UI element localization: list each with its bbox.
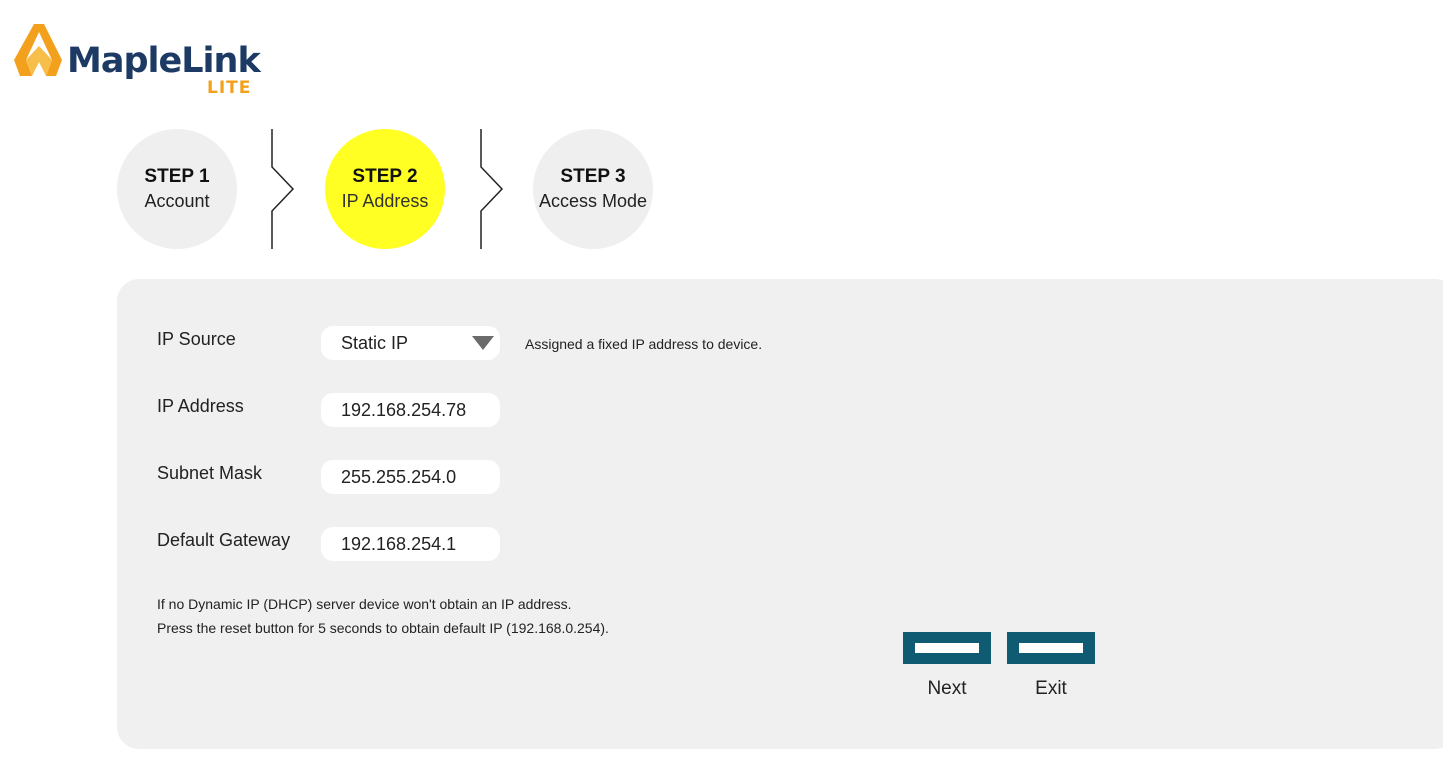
subnet-mask-input[interactable]: 255.255.254.0 (321, 460, 500, 494)
default-gateway-label: Default Gateway (157, 530, 291, 550)
ip-address-input[interactable]: 192.168.254.78 (321, 393, 500, 427)
ip-source-label: IP Source (157, 329, 236, 349)
step-2-ip-address: STEP 2 IP Address (325, 129, 445, 249)
step-label: IP Address (341, 191, 429, 211)
dropdown-caret-icon[interactable] (472, 336, 494, 350)
step-1-account: STEP 1 Account (117, 129, 237, 249)
ip-settings-panel (117, 279, 1443, 749)
ip-source-select[interactable]: Static IP (321, 326, 500, 360)
ip-source-hint: Assigned a fixed IP address to device. (525, 336, 763, 352)
exit-button-bar-icon (1019, 643, 1083, 653)
exit-button-label[interactable]: Exit (1007, 678, 1095, 700)
next-button-label[interactable]: Next (903, 678, 991, 700)
logo-edition: LITE (207, 78, 252, 98)
exit-button[interactable] (1007, 632, 1095, 664)
step-label: Account (144, 191, 210, 211)
setup-wizard-page: MapleLink LITE STEP 1 Account STEP 2 IP … (0, 0, 1443, 780)
subnet-mask-label: Subnet Mask (157, 463, 263, 483)
next-button[interactable] (903, 632, 991, 664)
ip-address-label: IP Address (157, 396, 244, 416)
step-label: Access Mode (538, 191, 648, 211)
step-separator-icon (480, 129, 504, 249)
reset-note: Press the reset button for 5 seconds to … (157, 620, 609, 636)
step-number: STEP 2 (352, 166, 418, 187)
default-gateway-input[interactable]: 192.168.254.1 (321, 527, 500, 561)
dhcp-note: If no Dynamic IP (DHCP) server device wo… (157, 596, 572, 612)
step-number: STEP 1 (144, 166, 210, 187)
maple-chevron-icon (14, 24, 62, 76)
step-3-access-mode: STEP 3 Access Mode (533, 129, 653, 249)
step-separator-icon (271, 129, 295, 249)
step-number: STEP 3 (560, 166, 626, 187)
maplelink-logo: MapleLink LITE (12, 22, 272, 102)
ip-source-value: Static IP (341, 333, 409, 353)
logo-wordmark: MapleLink (67, 41, 261, 81)
next-button-bar-icon (915, 643, 979, 653)
